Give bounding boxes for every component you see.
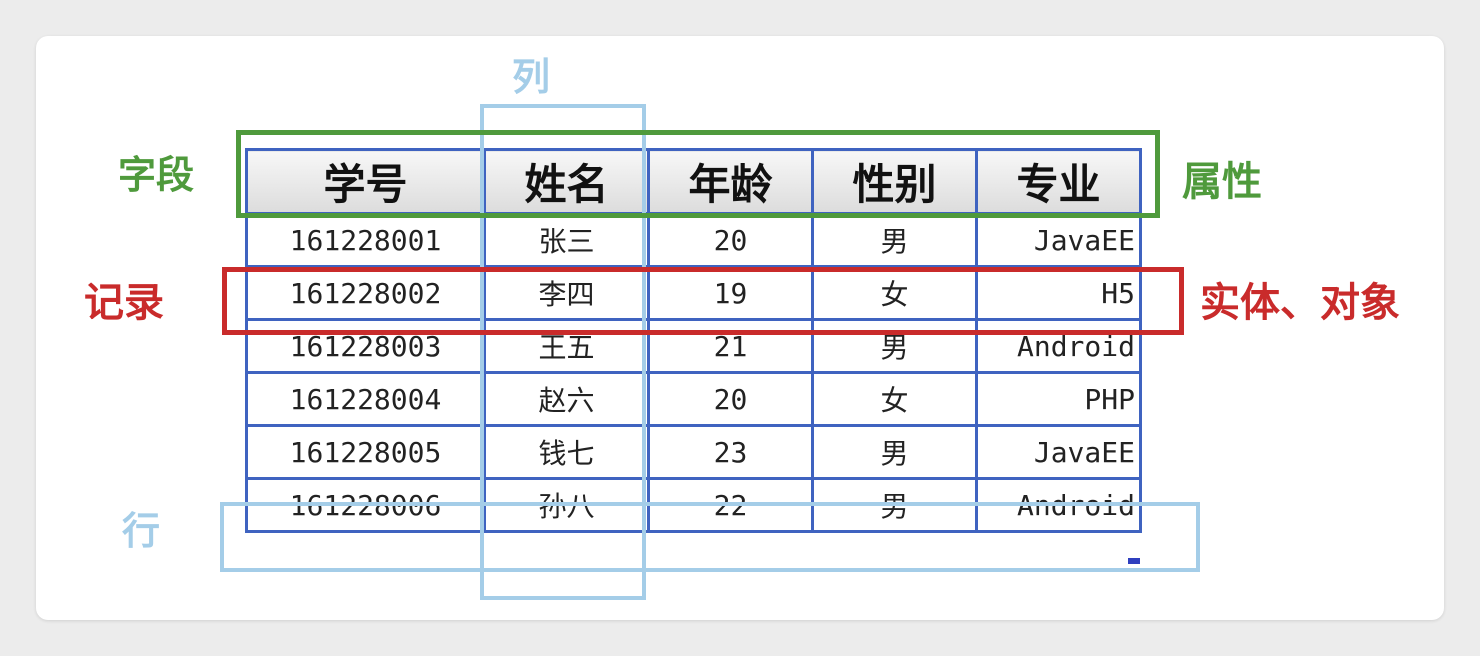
header-cell-student-id: 学号 [245, 148, 486, 215]
cell-student-id: 161228002 [245, 265, 486, 321]
cell-age: 21 [647, 318, 814, 374]
record-label: 记录 [84, 280, 164, 326]
entity-object-label: 实体、对象 [1200, 280, 1400, 326]
header-row: 学号 姓名 年龄 性别 专业 [245, 148, 1142, 215]
table-row: 161228003 王五 21 男 Android [245, 318, 1142, 374]
cell-name: 赵六 [483, 371, 650, 427]
cell-student-id: 161228004 [245, 371, 486, 427]
cell-student-id: 161228005 [245, 424, 486, 480]
table-row: 161228005 钱七 23 男 JavaEE [245, 424, 1142, 480]
cell-major: Android [975, 318, 1142, 374]
cell-major: JavaEE [975, 424, 1142, 480]
cell-major: H5 [975, 265, 1142, 321]
cell-gender: 男 [811, 477, 978, 533]
cell-age: 20 [647, 371, 814, 427]
field-label: 字段 [118, 153, 195, 197]
table-row: 161228004 赵六 20 女 PHP [245, 371, 1142, 427]
cell-name: 张三 [483, 212, 650, 268]
cell-name: 孙八 [483, 477, 650, 533]
header-cell-major: 专业 [975, 148, 1142, 215]
header-cell-gender: 性别 [811, 148, 978, 215]
cell-name: 王五 [483, 318, 650, 374]
cell-gender: 女 [811, 265, 978, 321]
cell-age: 20 [647, 212, 814, 268]
table-row: 161228002 李四 19 女 H5 [245, 265, 1142, 321]
cell-age: 19 [647, 265, 814, 321]
cell-name: 李四 [483, 265, 650, 321]
cell-age: 22 [647, 477, 814, 533]
table-row: 161228001 张三 20 男 JavaEE [245, 212, 1142, 268]
cell-gender: 男 [811, 424, 978, 480]
table-row: 161228006 孙八 22 男 Android [245, 477, 1142, 533]
header-cell-age: 年龄 [647, 148, 814, 215]
cell-gender: 男 [811, 212, 978, 268]
cell-major: PHP [975, 371, 1142, 427]
cell-selection-handle [1128, 558, 1140, 564]
header-cell-name: 姓名 [483, 148, 650, 215]
attribute-label: 属性 [1182, 159, 1262, 205]
cell-major: Android [975, 477, 1142, 533]
cell-student-id: 161228001 [245, 212, 486, 268]
cell-name: 钱七 [483, 424, 650, 480]
student-table: 学号 姓名 年龄 性别 专业 161228001 张三 20 男 JavaEE … [245, 148, 1142, 533]
cell-gender: 女 [811, 371, 978, 427]
cell-age: 23 [647, 424, 814, 480]
cell-gender: 男 [811, 318, 978, 374]
cell-major: JavaEE [975, 212, 1142, 268]
cell-student-id: 161228003 [245, 318, 486, 374]
cell-student-id: 161228006 [245, 477, 486, 533]
column-label: 列 [512, 55, 551, 99]
row-label: 行 [122, 509, 161, 553]
